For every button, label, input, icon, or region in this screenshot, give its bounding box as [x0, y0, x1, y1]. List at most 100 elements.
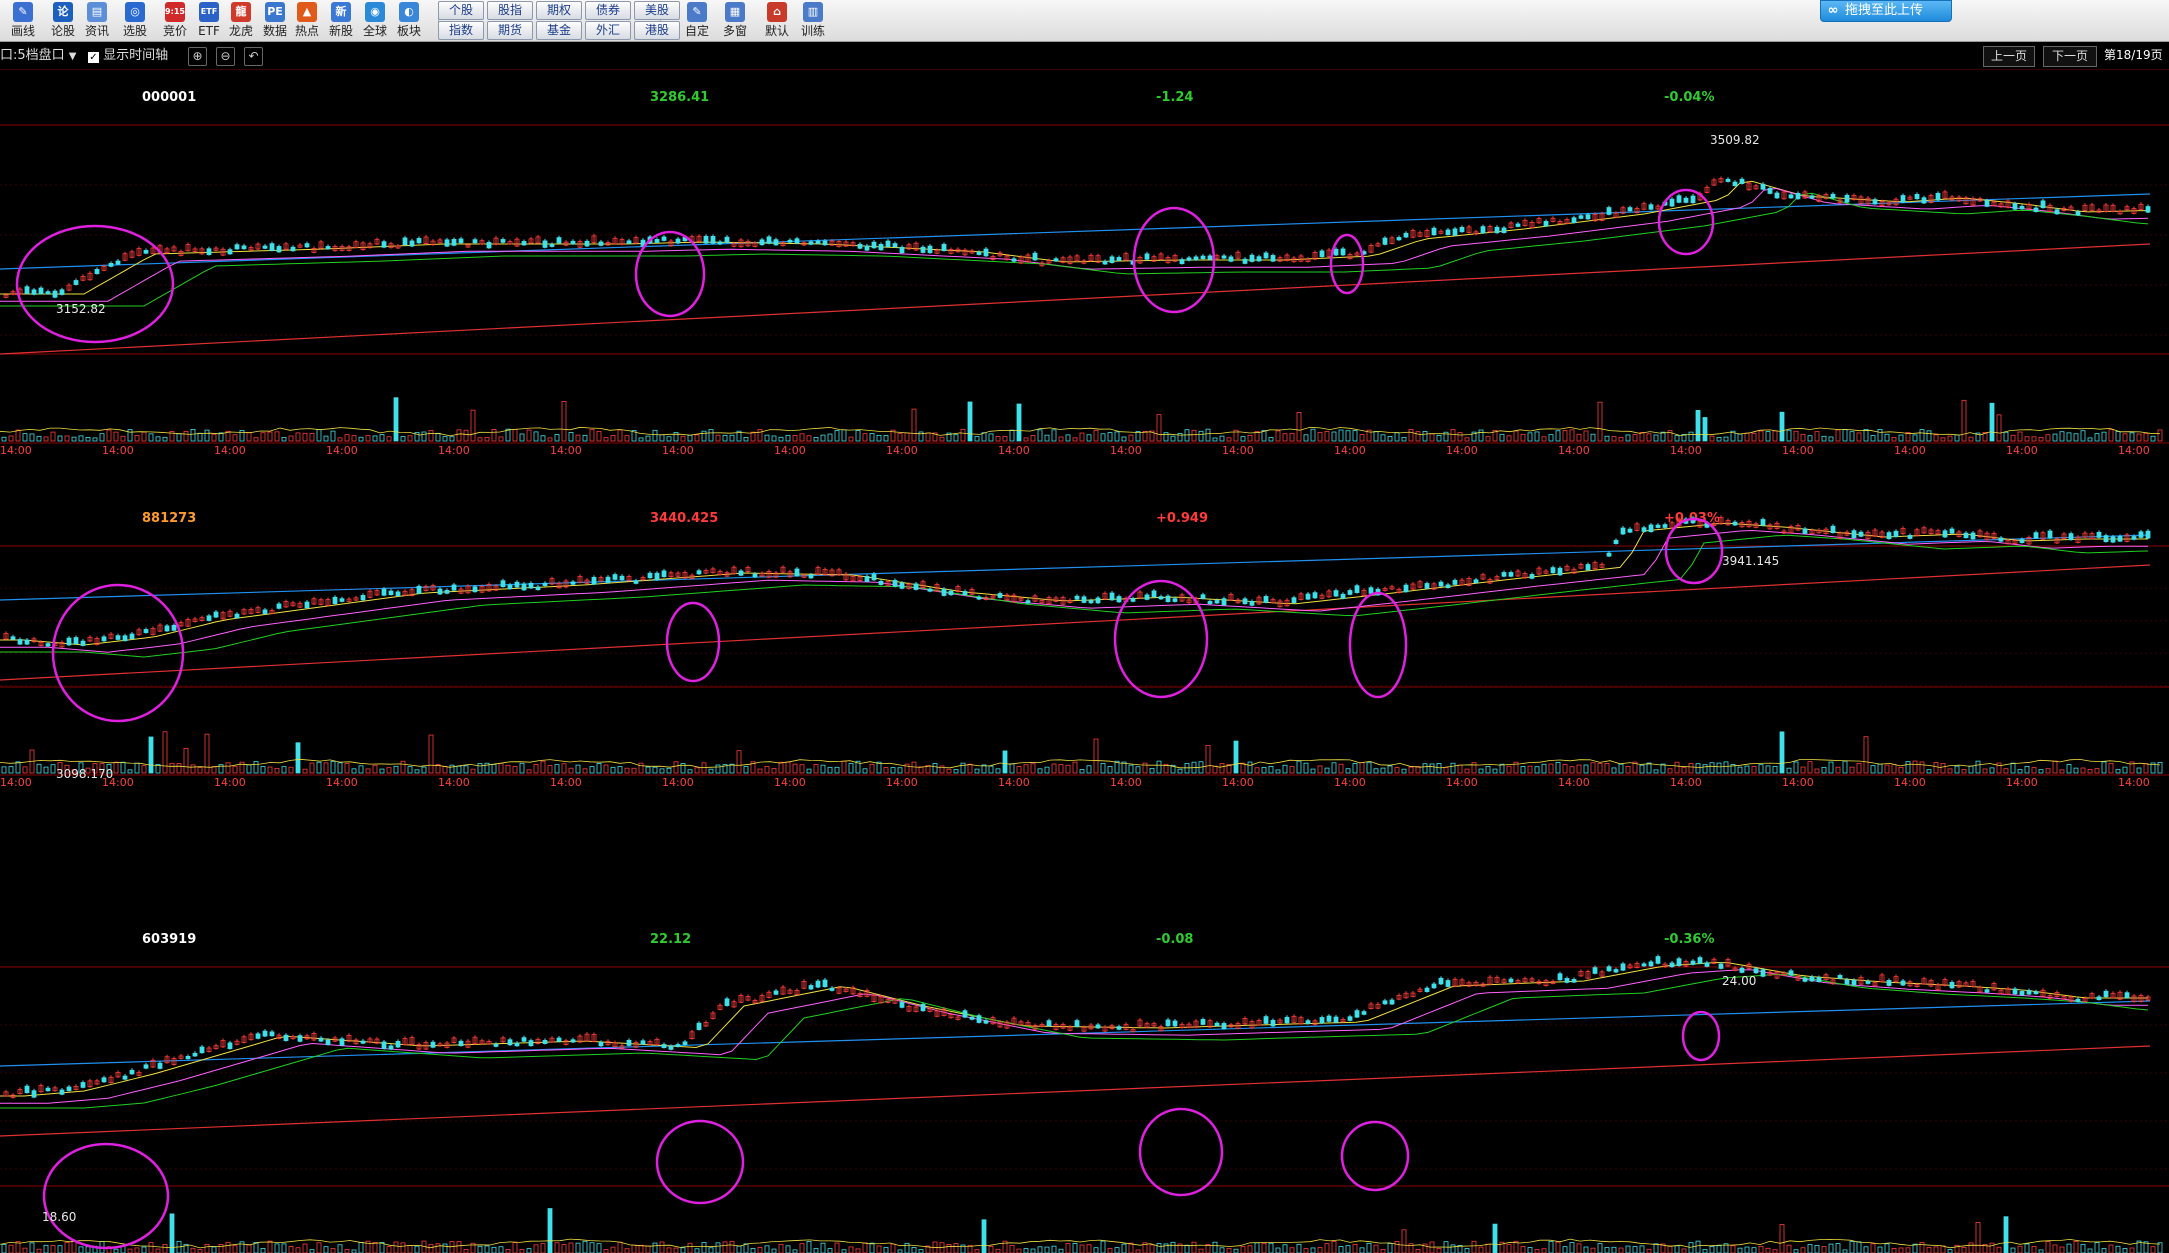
kline-chart[interactable]: 14:0014:0014:0014:0014:0014:0014:0014:00… [0, 926, 2169, 1253]
volume-bar [197, 767, 203, 774]
volume-bar [631, 767, 637, 774]
volume-bar [1303, 762, 1309, 774]
volume-bar [904, 763, 910, 774]
candle-body [773, 990, 779, 995]
candle-body [2019, 991, 2025, 996]
volume-bar [1478, 429, 1484, 442]
candle-body [1291, 597, 1297, 603]
toolbar-button-news[interactable]: ▤ 资讯 [80, 1, 114, 40]
volume-bar [50, 1244, 56, 1253]
candle-body [2054, 209, 2060, 215]
ma-line-medium [0, 1045, 2151, 1137]
toolbar-button-multi-window[interactable]: ▦ 多窗 [718, 1, 752, 40]
candle-body [1249, 601, 1255, 606]
volume-bar [1576, 764, 1582, 774]
volume-bar [1205, 745, 1211, 774]
candle-body [2124, 992, 2130, 999]
volume-bar [673, 432, 679, 442]
volume-bar [582, 1240, 588, 1253]
candle-body [115, 635, 121, 640]
market-button-0[interactable]: 个股 [438, 1, 484, 20]
market-button-3[interactable]: 债券 [585, 1, 631, 20]
toolbar-button-hotspot[interactable]: ▲ 热点 [290, 1, 324, 40]
volume-bar [470, 409, 476, 442]
volume-bar [694, 434, 700, 442]
market-button-5[interactable]: 指数 [438, 21, 484, 40]
back-button[interactable]: ↶ [244, 47, 263, 66]
candle-body [444, 589, 450, 594]
volume-bar [1268, 1242, 1274, 1253]
layout-select[interactable]: 口:5档盘口 ▼ [0, 42, 77, 69]
toolbar-button-select-stock[interactable]: ◎ 选股 [118, 1, 152, 40]
volume-bar [519, 1249, 525, 1253]
volume-bar [1800, 433, 1806, 442]
market-button-6[interactable]: 期货 [487, 21, 533, 40]
toolbar-button-discuss[interactable]: 论论股 [46, 1, 80, 40]
toolbar-button-new-stock[interactable]: 新新股 [324, 1, 358, 40]
volume-bar [2080, 430, 2086, 442]
volume-bar [1786, 767, 1792, 774]
volume-bar [204, 1243, 210, 1253]
volume-bar [1240, 436, 1246, 442]
volume-bar [1674, 435, 1680, 442]
next-page-button[interactable]: 下一页 [2043, 46, 2097, 67]
kline-chart[interactable]: 14:0014:0014:0014:0014:0014:0014:0014:00… [0, 84, 2169, 493]
volume-bar [1142, 762, 1148, 774]
candle-body [1144, 253, 1150, 260]
volume-bar [764, 1245, 770, 1253]
volume-bar [1464, 437, 1470, 442]
volume-bar [1541, 1248, 1547, 1253]
volume-bar [988, 1245, 994, 1253]
volume-bar [526, 429, 532, 442]
toolbar-button-etf[interactable]: ETF ETF [192, 1, 226, 40]
market-button-9[interactable]: 港股 [634, 21, 680, 40]
toolbar-button-home[interactable]: ⌂ 默认 [760, 1, 794, 40]
toolbar-button-globe[interactable]: ◉ 全球 [358, 1, 392, 40]
volume-bar [1331, 1241, 1337, 1253]
volume-bar [701, 430, 707, 442]
volume-bar [1429, 763, 1435, 774]
toolbar-button-custom[interactable]: ✎ 自定 [680, 1, 714, 40]
toolbar-button-pencil[interactable]: ✎ 画线 [6, 1, 40, 40]
volume-bar [967, 763, 973, 774]
volume-bar [386, 767, 392, 774]
candle-body [1186, 257, 1192, 261]
zoom-out-button[interactable]: ⊖ [216, 47, 235, 66]
volume-bar [1737, 766, 1743, 774]
candle-body [941, 243, 947, 252]
volume-bar [1576, 433, 1582, 442]
volume-bar [1275, 430, 1281, 442]
toolbar-button-dragon-tiger[interactable]: 龍龙虎 [224, 1, 258, 40]
candle-body [815, 240, 821, 244]
volume-bar [1002, 435, 1008, 442]
volume-bar [1604, 763, 1610, 774]
toolbar-button-auction[interactable]: 9:15 竞价 [158, 1, 192, 40]
market-button-2[interactable]: 期权 [536, 1, 582, 20]
candle-body [892, 243, 898, 248]
market-button-1[interactable]: 股指 [487, 1, 533, 20]
time-tick-label: 14:00 [1222, 444, 1254, 457]
volume-bar [1863, 1246, 1869, 1253]
candle-body [1116, 257, 1122, 261]
market-button-8[interactable]: 外汇 [585, 21, 631, 40]
prev-page-button[interactable]: 上一页 [1983, 46, 2035, 67]
candle-body [2131, 536, 2137, 540]
volume-bar [1030, 435, 1036, 442]
volume-bar [274, 1243, 280, 1253]
toolbar-button-training[interactable]: ▥ 训练 [796, 1, 830, 40]
kline-chart[interactable]: 14:0014:0014:0014:0014:0014:0014:0014:00… [0, 505, 2169, 914]
market-button-4[interactable]: 美股 [634, 1, 680, 20]
volume-bar [1478, 768, 1484, 774]
zoom-in-button[interactable]: ⊕ [188, 47, 207, 66]
volume-bar [659, 434, 665, 442]
toolbar-button-data[interactable]: PE 数据 [258, 1, 292, 40]
upload-button[interactable]: ∞ 拖拽至此上传 [1820, 0, 1952, 22]
volume-bar [596, 430, 602, 442]
toolbar-button-sector[interactable]: ◐ 板块 [392, 1, 426, 40]
market-button-7[interactable]: 基金 [536, 21, 582, 40]
volume-bar [1422, 430, 1428, 442]
candle-body [703, 235, 709, 244]
show-time-axis-toggle[interactable]: ✓ 显示时间轴 [88, 42, 168, 69]
candle-body [1438, 977, 1444, 985]
candle-body [1347, 590, 1353, 595]
